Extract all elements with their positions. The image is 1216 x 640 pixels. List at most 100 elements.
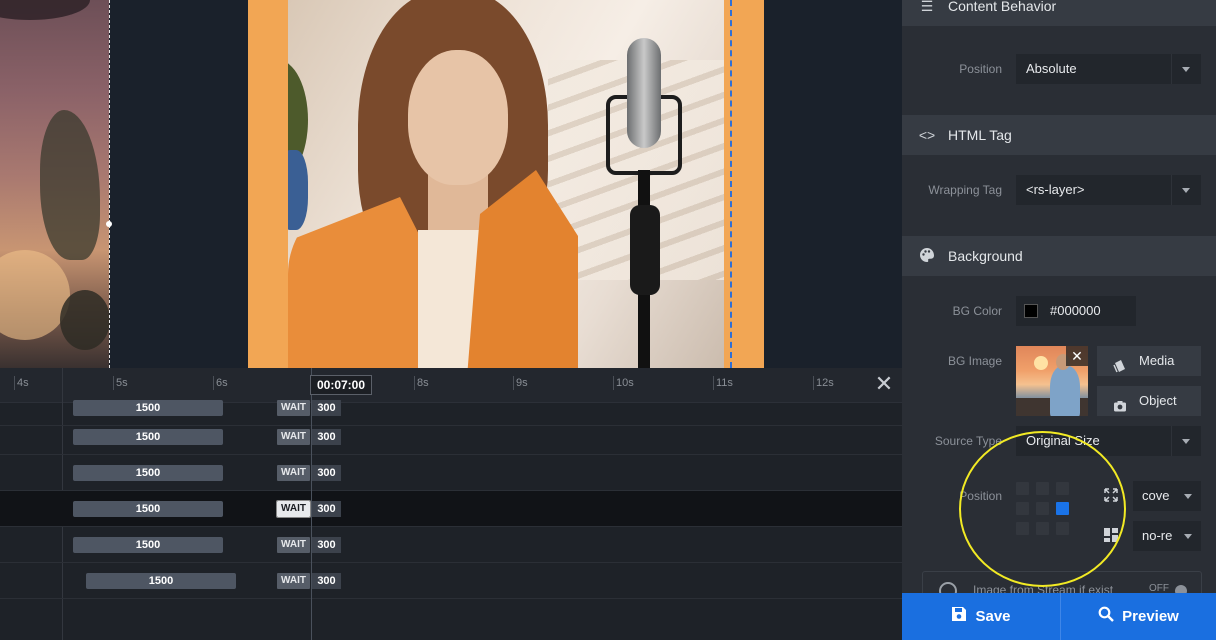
previous-slide-image: [0, 0, 110, 368]
layer-guide-line: [730, 0, 732, 368]
chevron-down-icon: [1182, 188, 1190, 193]
save-label: Save: [975, 608, 1011, 625]
tick-label: 6s: [216, 377, 228, 389]
position-top-right[interactable]: [1056, 482, 1069, 495]
layer-settings-panel: ☰ Content Behavior Position Absolute <> …: [902, 0, 1216, 640]
position-select[interactable]: Absolute: [1016, 54, 1201, 84]
bg-repeat-value: no-re: [1142, 528, 1173, 543]
position-bottom-left[interactable]: [1016, 522, 1029, 535]
timeline-track-row[interactable]: 1500 WAIT 300: [0, 419, 902, 455]
position-value: Absolute: [1026, 61, 1077, 76]
timeline-track-row[interactable]: 1500 WAIT 300: [0, 563, 902, 599]
close-timeline-icon[interactable]: ✕: [874, 373, 894, 395]
duration-bar[interactable]: 1500: [73, 429, 223, 445]
layer-photo-woman-with-microphone[interactable]: [288, 0, 724, 368]
wait-label[interactable]: WAIT: [277, 465, 310, 481]
current-time-display[interactable]: 00:07:00: [310, 375, 372, 395]
position-bottom-center[interactable]: [1036, 522, 1049, 535]
duration-bar[interactable]: 1500: [73, 537, 223, 553]
wait-value[interactable]: 300: [312, 400, 341, 416]
tick-label: 9s: [516, 377, 528, 389]
duration-bar[interactable]: 1500: [73, 400, 223, 416]
chevron-down-icon: [1182, 67, 1190, 72]
position-center[interactable]: [1036, 502, 1049, 515]
source-type-value: Original Size: [1026, 433, 1100, 448]
bg-color-label: BG Color: [952, 304, 1002, 318]
duration-bar[interactable]: 1500: [73, 501, 223, 517]
chevron-down-icon: [1184, 534, 1192, 539]
wait-value[interactable]: 300: [312, 429, 341, 445]
section-html-tag[interactable]: <> HTML Tag: [902, 115, 1216, 155]
wrapping-tag-select[interactable]: <rs-layer>: [1016, 175, 1201, 205]
wrapping-tag-value: <rs-layer>: [1026, 182, 1085, 197]
wait-label[interactable]: WAIT: [276, 500, 311, 518]
bg-color-value: #000000: [1050, 303, 1101, 318]
source-type-select[interactable]: Original Size: [1016, 426, 1201, 456]
save-button[interactable]: Save: [902, 593, 1060, 640]
tick-label: 8s: [417, 377, 429, 389]
slider-editor: 4s 5s 6s 8s 9s 10s 11s 12s 1500 WAIT 300…: [0, 0, 1216, 640]
timeline-track-row-selected[interactable]: 1500 WAIT 300: [0, 491, 902, 527]
expand-arrows-icon: [1103, 488, 1119, 504]
wait-value[interactable]: 300: [312, 537, 341, 553]
timeline-track-row[interactable]: 1500 WAIT 300: [0, 527, 902, 563]
bg-position-label: Position: [959, 489, 1002, 503]
menu-lines-icon: ☰: [920, 0, 934, 14]
floppy-disk-icon: [951, 594, 967, 640]
bg-position-grid: [1016, 482, 1072, 538]
editor-canvas[interactable]: [0, 0, 902, 368]
section-title: HTML Tag: [948, 127, 1012, 143]
slide-boundary-left: [109, 0, 110, 368]
wrapping-tag-label: Wrapping Tag: [928, 183, 1002, 197]
bg-color-picker[interactable]: #000000: [1016, 296, 1136, 326]
code-brackets-icon: <>: [918, 127, 936, 143]
tick-label: 4s: [17, 377, 29, 389]
section-content-behavior[interactable]: ☰ Content Behavior: [902, 0, 1216, 26]
media-button[interactable]: Media: [1097, 346, 1201, 376]
search-icon: [1098, 594, 1114, 640]
position-bottom-right[interactable]: [1056, 522, 1069, 535]
timeline-track-row[interactable]: 1500 WAIT 300: [0, 455, 902, 491]
color-swatch: [1024, 304, 1038, 318]
tick-label: 10s: [616, 377, 634, 389]
section-title: Background: [948, 248, 1023, 264]
bg-size-select[interactable]: cove: [1133, 481, 1201, 511]
wait-value[interactable]: 300: [312, 573, 341, 589]
position-center-left[interactable]: [1016, 502, 1029, 515]
media-icon: [1113, 354, 1127, 373]
tick-label: 12s: [816, 377, 834, 389]
media-label: Media: [1139, 353, 1175, 368]
remove-image-icon[interactable]: ✕: [1066, 346, 1088, 366]
duration-bar[interactable]: 1500: [86, 573, 236, 589]
chevron-down-icon: [1184, 494, 1192, 499]
preview-button[interactable]: Preview: [1061, 593, 1216, 640]
bg-size-value: cove: [1142, 488, 1170, 503]
object-label: Object: [1139, 393, 1177, 408]
chevron-down-icon: [1182, 439, 1190, 444]
palette-icon: [918, 247, 936, 265]
preview-label: Preview: [1122, 608, 1179, 625]
camera-icon: [1113, 394, 1127, 412]
wait-label[interactable]: WAIT: [277, 429, 310, 445]
position-top-center[interactable]: [1036, 482, 1049, 495]
playhead[interactable]: [311, 368, 312, 640]
wait-label[interactable]: WAIT: [277, 400, 310, 416]
tick-label: 5s: [116, 377, 128, 389]
wait-label[interactable]: WAIT: [277, 537, 310, 553]
timeline-panel: 4s 5s 6s 8s 9s 10s 11s 12s 1500 WAIT 300…: [0, 368, 902, 640]
section-title: Content Behavior: [948, 0, 1057, 14]
position-top-left[interactable]: [1016, 482, 1029, 495]
object-button[interactable]: Object: [1097, 386, 1201, 416]
repeat-tiles-icon: [1103, 528, 1119, 544]
wait-value[interactable]: 300: [312, 465, 341, 481]
bg-image-label: BG Image: [947, 354, 1002, 368]
section-background[interactable]: Background: [902, 236, 1216, 276]
bg-repeat-select[interactable]: no-re: [1133, 521, 1201, 551]
position-center-right-selected[interactable]: [1056, 502, 1069, 515]
wait-label[interactable]: WAIT: [277, 573, 310, 589]
duration-bar[interactable]: 1500: [73, 465, 223, 481]
source-type-label: Source Type: [934, 434, 1002, 448]
position-label: Position: [959, 62, 1002, 76]
wait-value[interactable]: 300: [312, 501, 341, 517]
resize-handle[interactable]: [106, 221, 112, 227]
